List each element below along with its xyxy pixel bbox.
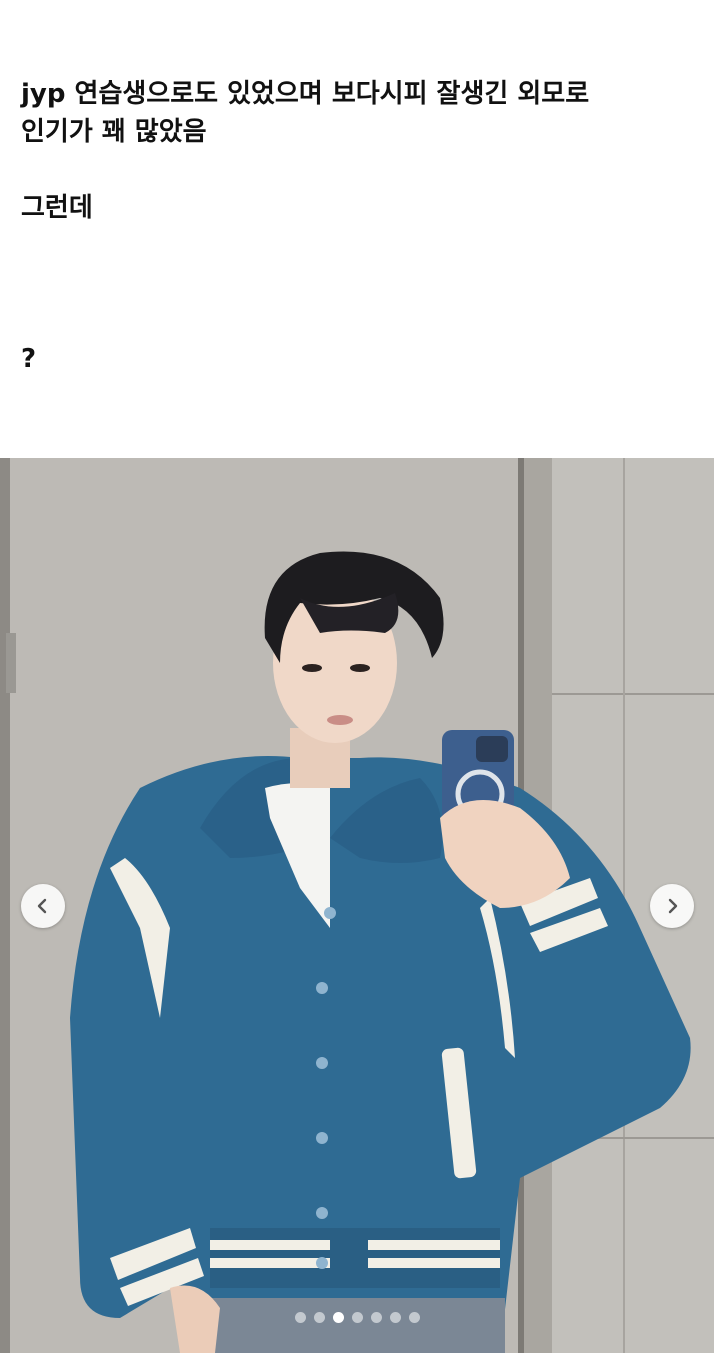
chevron-right-icon [668,898,678,914]
post-text-line: 그런데 [21,193,93,223]
carousel-indicator [0,1312,714,1324]
chevron-left-icon [37,898,47,914]
post-body: jyp 연습생으로도 있었으며 보다시피 잘생긴 외모로 인기가 꽤 많았음 그… [21,75,691,227]
carousel-next-button[interactable] [650,884,694,928]
carousel-photo [0,458,714,1353]
post-text-question: ? [21,344,37,374]
post-text-line: 인기가 꽤 많았음 [21,117,207,147]
image-carousel[interactable] [0,458,714,1353]
carousel-dot[interactable] [313,1312,325,1323]
carousel-dot-active[interactable] [332,1312,344,1323]
carousel-dot[interactable] [389,1312,401,1323]
carousel-dot[interactable] [408,1312,420,1323]
carousel-dot[interactable] [370,1312,382,1323]
carousel-dot[interactable] [294,1312,306,1323]
carousel-dot[interactable] [351,1312,363,1323]
post-text-line: jyp 연습생으로도 있었으며 보다시피 잘생긴 외모로 [21,79,590,109]
carousel-prev-button[interactable] [21,884,65,928]
